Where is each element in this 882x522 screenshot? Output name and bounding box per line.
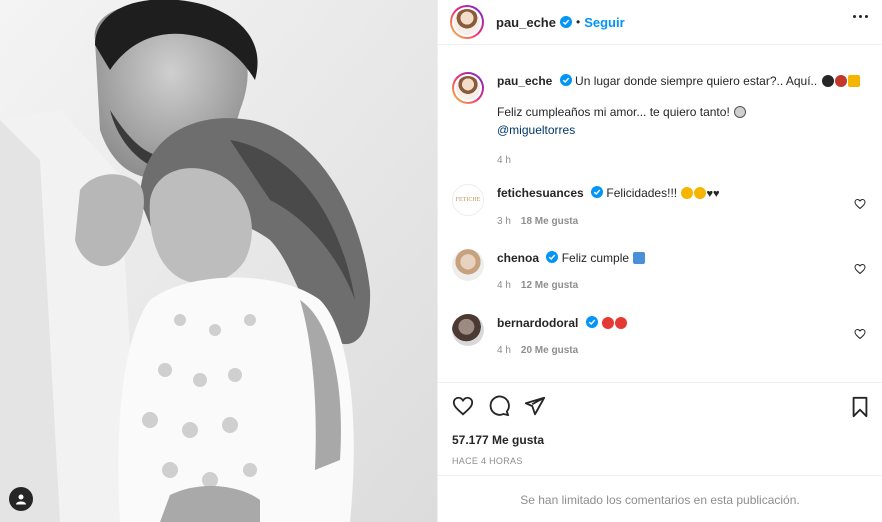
heart-icon[interactable] xyxy=(854,263,866,275)
comment-item: FETICHE fetichesuances Felicidades!!! ♥♥… xyxy=(452,184,868,231)
comments-limited-notice: Se han limitado los comentarios en esta … xyxy=(438,475,882,522)
author-username[interactable]: pau_eche xyxy=(496,15,556,30)
comment-username[interactable]: bernardodoral xyxy=(497,316,578,330)
black-hearts-emoji: ♥♥ xyxy=(706,188,720,200)
tag-user-button[interactable] xyxy=(9,487,33,511)
verified-icon xyxy=(546,251,559,263)
commenter-avatar[interactable]: FETICHE xyxy=(452,184,484,216)
comment-likes[interactable]: 12 Me gusta xyxy=(521,280,578,291)
comment-icon[interactable] xyxy=(488,395,510,417)
caption-time[interactable]: 4 h xyxy=(497,155,511,166)
heart-eyes-emoji xyxy=(694,187,707,199)
share-icon[interactable] xyxy=(524,395,546,417)
follow-button[interactable]: Seguir xyxy=(584,15,624,30)
comment-text: Feliz cumple xyxy=(561,251,630,265)
comment-item: bernardodoral 4 h 20 Me gusta xyxy=(452,314,868,360)
bookmark-icon[interactable] xyxy=(850,396,870,418)
comment-username[interactable]: chenoa xyxy=(497,251,539,265)
author-avatar[interactable] xyxy=(450,5,484,39)
heart-icon[interactable] xyxy=(854,328,866,340)
separator-dot: • xyxy=(575,15,581,29)
comment-time[interactable]: 4 h xyxy=(497,280,511,291)
tag-user-icon xyxy=(16,494,26,505)
caption: pau_eche Un lugar donde siempre quiero e… xyxy=(452,72,868,170)
red-heart-emoji xyxy=(602,317,615,329)
comment-likes[interactable]: 20 Me gusta xyxy=(521,345,578,356)
comment-time[interactable]: 3 h xyxy=(497,216,511,227)
comments-list: pau_eche Un lugar donde siempre quiero e… xyxy=(438,45,882,382)
black-heart-emoji xyxy=(821,75,834,87)
likes-count[interactable]: 57.177 Me gusta xyxy=(452,433,544,447)
comment-item: chenoa Feliz cumple 4 h 12 Me gusta xyxy=(452,249,868,295)
author-avatar-small[interactable] xyxy=(452,72,484,104)
red-heart-emoji xyxy=(615,317,628,329)
heart-eyes-emoji xyxy=(681,187,694,199)
commenter-avatar[interactable] xyxy=(452,249,484,281)
caption-text-line2: Feliz cumpleaños mi amor... te quiero ta… xyxy=(497,105,730,119)
caption-username[interactable]: pau_eche xyxy=(497,74,552,88)
caption-text-line1: Un lugar donde siempre quiero estar?.. A… xyxy=(575,74,818,88)
caption-mention[interactable]: @migueltorres xyxy=(497,123,575,137)
verified-icon xyxy=(585,316,598,328)
post-timestamp[interactable]: HACE 4 HORAS xyxy=(452,456,523,466)
like-heart-icon[interactable] xyxy=(452,395,474,417)
post-photo[interactable] xyxy=(0,0,437,522)
commenter-avatar[interactable] xyxy=(452,314,484,346)
post-header: pau_eche • Seguir xyxy=(438,0,882,45)
comment-username[interactable]: fetichesuances xyxy=(497,186,584,200)
post-actions: 57.177 Me gusta HACE 4 HORAS Se han limi… xyxy=(438,382,882,522)
camera-emoji xyxy=(847,75,860,87)
comment-likes[interactable]: 18 Me gusta xyxy=(521,216,578,227)
post-panel: pau_eche • Seguir pau_eche Un lugar dond… xyxy=(437,0,882,522)
verified-icon xyxy=(591,186,604,198)
rose-emoji xyxy=(834,75,847,87)
gift-emoji xyxy=(633,252,646,264)
more-icon[interactable] xyxy=(853,15,868,18)
photo-image xyxy=(0,0,437,522)
verified-icon xyxy=(559,16,572,28)
heart-icon[interactable] xyxy=(854,198,866,210)
verified-icon xyxy=(559,74,572,86)
comment-text: Felicidades!!! xyxy=(606,186,678,200)
comment-time[interactable]: 4 h xyxy=(497,345,511,356)
ring-emoji xyxy=(734,106,747,118)
